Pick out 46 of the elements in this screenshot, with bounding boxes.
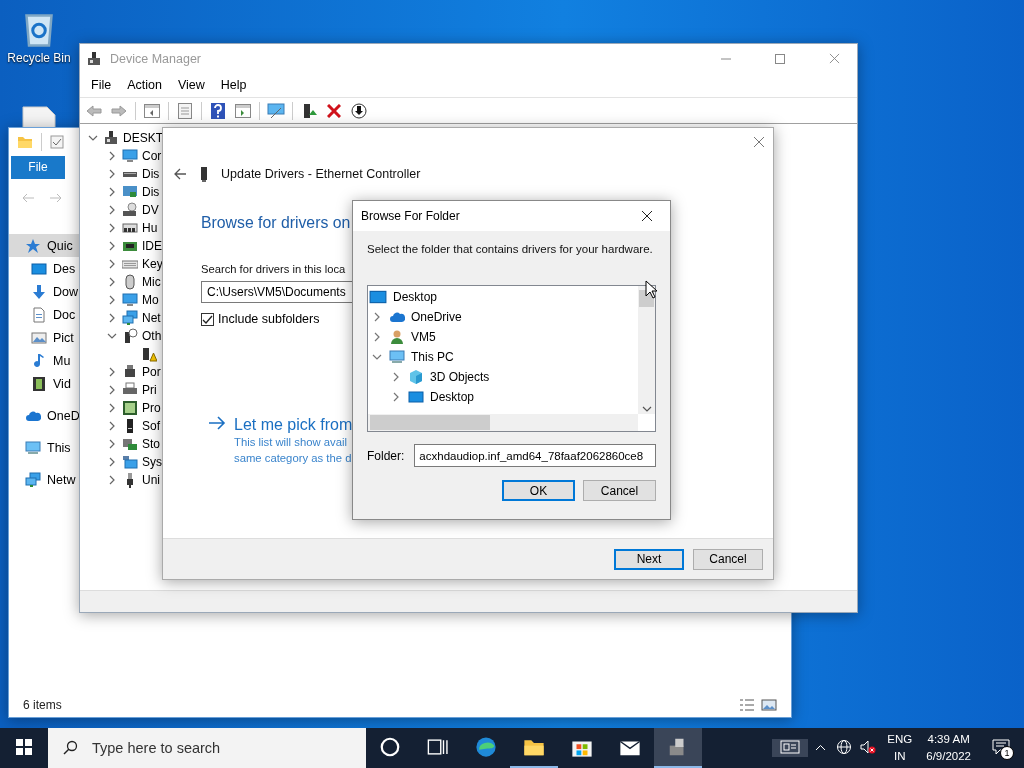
nav-item-label: This [47,440,71,455]
tree-item-label: Hu [142,221,158,235]
folder-label: Desktop [393,290,438,304]
nav-item-label: Dow [53,284,78,299]
tree-item-label: Dis [142,167,160,181]
item-count: 6 items [23,698,62,712]
dialog-title: Browse For Folder [361,209,461,223]
folder-label: This PC [411,350,454,364]
nav-item-label: Netw [47,472,76,487]
link-description: This list will show avail [234,435,348,450]
tree-item-label: Sto [142,437,160,451]
tree-item-label: Mic [142,275,161,289]
nav-item-label: Des [53,261,76,276]
folder-label: VM5 [411,330,436,344]
tree-item-label: Net [142,311,161,325]
nav-item-label: OneD [47,408,80,423]
dialog-title: Update Drivers - Ethernet Controller [221,167,421,181]
folder-label: Desktop [430,390,475,404]
link-description: same category as the d [234,451,353,466]
tree-item-label: Key [142,257,163,271]
tree-item-label: Sof [142,419,160,433]
tree-item-label: Por [142,365,161,379]
nav-item-label: Doc [53,307,76,322]
instruction-text: Select the folder that contains drivers for your hardware. [367,243,654,255]
tree-item-label: Pri [142,383,157,397]
nav-item-label: Quic [47,238,73,253]
location-label: Search for drivers in this loca [201,263,346,275]
tree-item-label: Mo [142,293,159,307]
tree-item-label: Oth [142,329,162,343]
tree-item-label: Cor [142,149,162,163]
tree-item-label: Sys [142,455,162,469]
nav-item-label: Mu [53,353,71,368]
folder-label: OneDrive [411,310,462,324]
window-title: Device Manager [110,51,202,66]
nav-item-label: Vid [53,376,71,391]
tree-item-label: IDE [142,239,162,253]
page-heading: Browse for drivers on [201,214,351,232]
folder-label: 3D Objects [430,370,490,384]
tree-item-label: Pro [142,401,161,415]
tree-item-label: Uni [142,473,160,487]
folder-field-label: Folder: [367,448,405,463]
notification-badge: 1 [1000,746,1014,760]
nav-item-label: Pict [53,330,74,345]
tree-item-label: DESKT [123,131,163,145]
tree-item-label: DV [142,203,159,217]
tree-item-label: Dis [142,185,160,199]
